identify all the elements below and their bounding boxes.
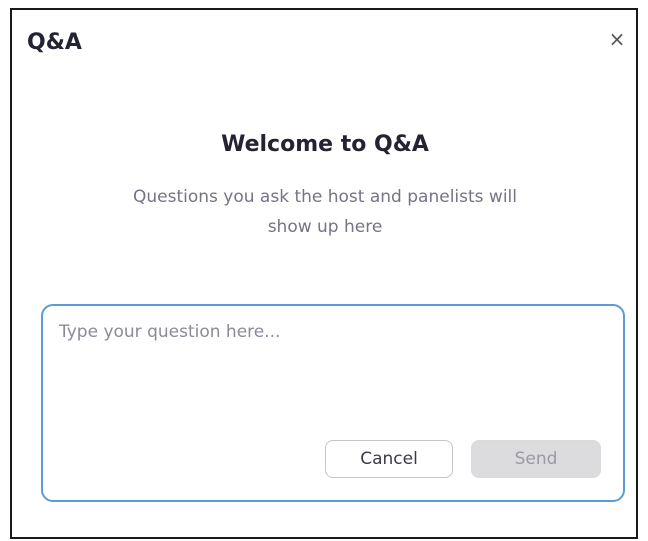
welcome-description-line-2: show up here: [267, 217, 383, 237]
welcome-description-line-1: Questions you ask the host and panelists…: [133, 187, 517, 207]
send-button[interactable]: Send: [471, 440, 601, 478]
question-input-container: Cancel Send: [41, 304, 625, 502]
cancel-button[interactable]: Cancel: [325, 440, 453, 478]
close-icon[interactable]: ×: [606, 28, 628, 50]
welcome-description: Questions you ask the host and panelists…: [12, 182, 638, 242]
qa-window: Q&A × Welcome to Q&A Questions you ask t…: [10, 8, 638, 539]
welcome-title: Welcome to Q&A: [221, 132, 429, 157]
window-title: Q&A: [27, 30, 82, 55]
question-input[interactable]: [59, 322, 599, 412]
